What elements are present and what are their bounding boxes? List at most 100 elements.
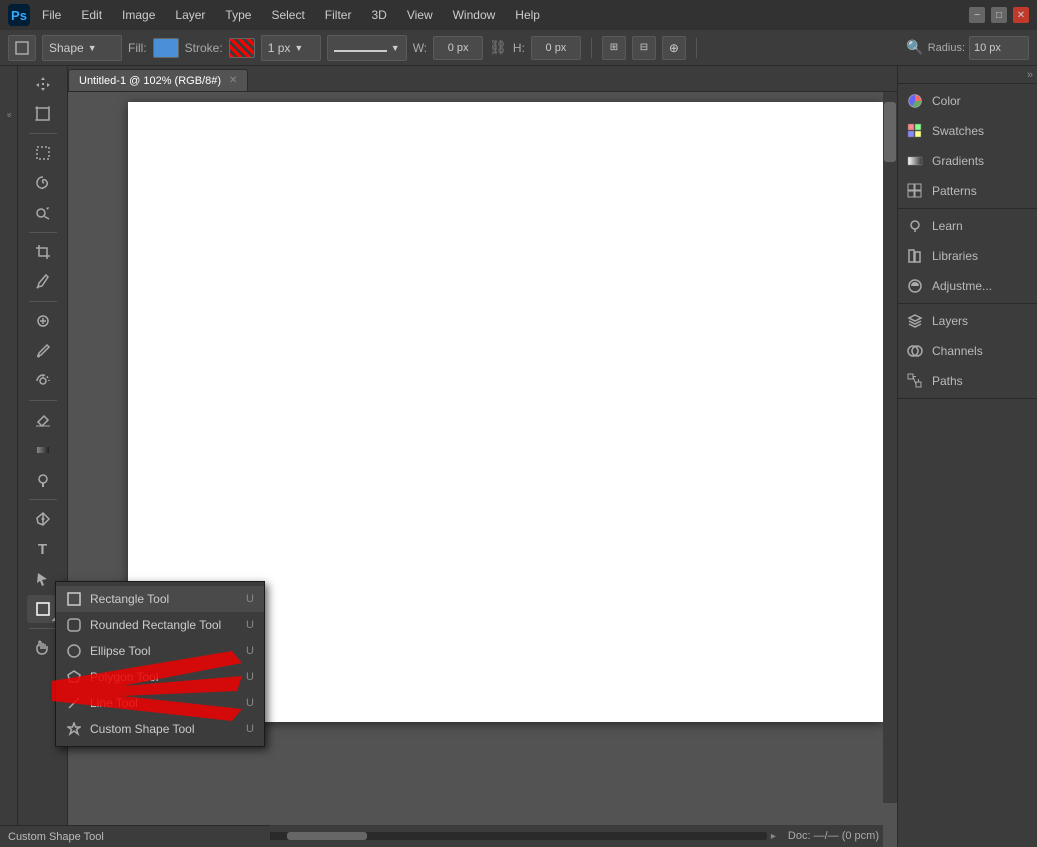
panel-section-layers: Layers Channels [898, 304, 1037, 399]
tool-lasso[interactable] [27, 169, 59, 197]
h-label: H: [513, 41, 525, 55]
tool-quick-select[interactable] [27, 199, 59, 227]
move-icon [35, 76, 51, 92]
panel-item-layers[interactable]: Layers [898, 306, 1037, 336]
narrow-left-strip: « [0, 66, 18, 847]
color-wheel-icon [906, 92, 924, 110]
tool-move[interactable] [27, 70, 59, 98]
stroke-style-dropdown[interactable]: ▼ [327, 35, 407, 61]
tool-hint-bar: Custom Shape Tool [0, 825, 270, 847]
menu-type[interactable]: Type [221, 6, 255, 24]
panel-item-adjustments[interactable]: Adjustme... [898, 271, 1037, 301]
menu-filter[interactable]: Filter [321, 6, 356, 24]
flyout-line-shortcut: U [246, 697, 254, 709]
panel-item-swatches[interactable]: Swatches [898, 116, 1037, 146]
panel-item-paths[interactable]: Paths [898, 366, 1037, 396]
flyout-item-rounded-rect[interactable]: Rounded Rectangle Tool U [56, 612, 264, 638]
title-bar-right: − □ ✕ [969, 7, 1029, 23]
vertical-scrollbar[interactable] [883, 92, 897, 803]
shape-type-btn[interactable] [8, 35, 36, 61]
right-panel: » Color [897, 66, 1037, 847]
radius-input-wrapper[interactable]: 10 px [969, 36, 1029, 60]
flyout-item-polygon[interactable]: Polygon Tool U [56, 664, 264, 690]
flyout-item-ellipse[interactable]: Ellipse Tool U [56, 638, 264, 664]
panel-item-channels[interactable]: Channels [898, 336, 1037, 366]
clone-icon [35, 373, 51, 389]
tool-clone[interactable] [27, 367, 59, 395]
search-icon[interactable]: 🔍 [906, 39, 923, 56]
marquee-icon [35, 145, 51, 161]
close-button[interactable]: ✕ [1013, 7, 1029, 23]
tab-close-button[interactable]: ✕ [229, 75, 237, 86]
link-icon[interactable]: ⛓ [489, 39, 507, 56]
flyout-item-custom-shape[interactable]: Custom Shape Tool U [56, 716, 264, 742]
line-tool-icon [66, 695, 82, 711]
tool-eyedropper[interactable] [27, 268, 59, 296]
document-tab[interactable]: Untitled-1 @ 102% (RGB/8#) ✕ [68, 69, 248, 91]
tool-heal[interactable] [27, 307, 59, 335]
panel-item-learn[interactable]: Learn [898, 211, 1037, 241]
menu-window[interactable]: Window [449, 6, 500, 24]
tool-path-select[interactable] [27, 565, 59, 593]
menu-select[interactable]: Select [267, 6, 308, 24]
align-btn-1[interactable]: ⊞ [602, 36, 626, 60]
flyout-item-line[interactable]: Line Tool U [56, 690, 264, 716]
flyout-item-rectangle[interactable]: Rectangle Tool U [56, 586, 264, 612]
arrow-right-btn[interactable]: ▸ [771, 831, 776, 842]
swatches-icon [906, 122, 924, 140]
eraser-icon [35, 412, 51, 428]
path-select-icon [35, 571, 51, 587]
panel-item-libraries[interactable]: Libraries [898, 241, 1037, 271]
menu-layer[interactable]: Layer [171, 6, 209, 24]
shape-mode-dropdown[interactable]: Shape ▼ [42, 35, 122, 61]
menu-edit[interactable]: Edit [77, 6, 106, 24]
tool-separator-1 [29, 133, 57, 134]
gradients-icon [906, 152, 924, 170]
menu-3d[interactable]: 3D [367, 6, 390, 24]
panel-item-patterns[interactable]: Patterns [898, 176, 1037, 206]
polygon-tool-icon [66, 669, 82, 685]
search-area: 🔍 Radius: 10 px [906, 36, 1029, 60]
flyout-custom-shape-shortcut: U [246, 723, 254, 735]
tool-dodge[interactable] [27, 466, 59, 494]
learn-icon [906, 217, 924, 235]
tool-marquee[interactable] [27, 139, 59, 167]
tool-brush[interactable] [27, 337, 59, 365]
fill-swatch[interactable] [153, 38, 179, 58]
panel-gradients-label: Gradients [932, 154, 984, 168]
path-arrange-btn[interactable]: ⊕ [662, 36, 686, 60]
tool-type[interactable]: T [27, 535, 59, 563]
align-btn-2[interactable]: ⊟ [632, 36, 656, 60]
tab-title: Untitled-1 @ 102% (RGB/8#) [79, 75, 221, 87]
tool-separator-2 [29, 232, 57, 233]
minimize-button[interactable]: − [969, 7, 985, 23]
panel-item-gradients[interactable]: Gradients [898, 146, 1037, 176]
panel-channels-label: Channels [932, 344, 983, 358]
h-scroll-thumb[interactable] [287, 832, 367, 840]
panel-item-color[interactable]: Color [898, 86, 1037, 116]
stroke-swatch[interactable] [229, 38, 255, 58]
height-input[interactable] [531, 36, 581, 60]
tool-hand[interactable] [27, 634, 59, 662]
tool-eraser[interactable] [27, 406, 59, 434]
vertical-scroll-thumb[interactable] [884, 102, 896, 162]
flyout-polygon-shortcut: U [246, 671, 254, 683]
tool-pen[interactable] [27, 505, 59, 533]
menu-view[interactable]: View [403, 6, 437, 24]
tool-artboard[interactable] [27, 100, 59, 128]
menu-help[interactable]: Help [511, 6, 544, 24]
tool-crop[interactable] [27, 238, 59, 266]
flyout-ellipse-label: Ellipse Tool [90, 644, 238, 658]
hand-icon [35, 640, 51, 656]
flyout-rounded-rect-label: Rounded Rectangle Tool [90, 618, 238, 632]
type-icon: T [38, 541, 47, 558]
tool-shape[interactable] [27, 595, 59, 623]
stroke-width-dropdown[interactable]: 1 px ▼ [261, 35, 321, 61]
title-bar: Ps File Edit Image Layer Type Select Fil… [0, 0, 1037, 30]
tool-gradient[interactable] [27, 436, 59, 464]
menu-file[interactable]: File [38, 6, 65, 24]
width-input[interactable] [433, 36, 483, 60]
right-collapse-button[interactable]: » [898, 66, 1037, 84]
maximize-button[interactable]: □ [991, 7, 1007, 23]
menu-image[interactable]: Image [118, 6, 159, 24]
